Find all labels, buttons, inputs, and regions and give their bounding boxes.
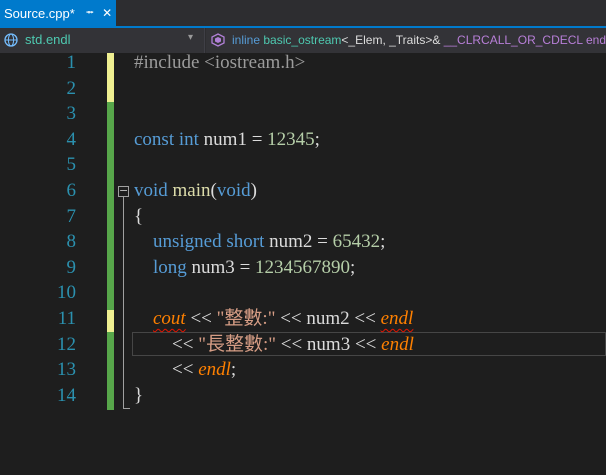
line-number: 2 <box>66 77 77 99</box>
line-number: 12 <box>57 333 76 355</box>
operator: = <box>312 231 333 253</box>
operator: << <box>275 308 307 329</box>
identifier: num3 <box>306 333 351 355</box>
number-literal: 12345 <box>267 128 315 150</box>
tab-title: Source.cpp* <box>4 5 75 21</box>
tab-source-cpp[interactable]: Source.cpp* ⭼ ✕ <box>0 0 116 26</box>
line-number: 13 <box>57 359 76 381</box>
line-number: 11 <box>57 308 76 329</box>
keyword: unsigned short <box>153 231 265 253</box>
punctuation: ; <box>230 359 237 381</box>
punctuation: ) <box>250 180 257 201</box>
code-line: unsigned short num2 = 65432; <box>134 229 385 255</box>
string-literal: "整數:" <box>216 308 276 329</box>
line-number: 14 <box>57 384 76 406</box>
fold-guide-end <box>123 408 130 409</box>
code-line: { <box>134 204 143 230</box>
string-literal: "長整數:" <box>198 333 276 355</box>
code-line: } <box>134 383 143 409</box>
line-number: 4 <box>66 128 77 150</box>
line-number: 7 <box>66 205 77 227</box>
close-icon[interactable]: ✕ <box>102 6 112 20</box>
preprocessor-directive: #include <iostream.h> <box>134 52 306 73</box>
punctuation: ; <box>350 256 356 278</box>
scope-label: std.endl <box>25 32 71 47</box>
method-icon <box>211 33 225 47</box>
line-number: 10 <box>57 282 76 304</box>
operator: << <box>172 333 199 355</box>
line-number: 8 <box>66 231 77 253</box>
operator: << <box>172 359 199 381</box>
line-number: 3 <box>66 103 77 125</box>
code-line: void main(void) <box>134 178 257 204</box>
identifier: endl <box>198 359 231 381</box>
identifier: num2 <box>269 231 313 253</box>
identifier: endl <box>381 333 414 355</box>
brace: { <box>134 205 144 227</box>
keyword: void <box>216 180 251 201</box>
punctuation: ; <box>380 231 386 253</box>
code-line: const int num1 = 12345; <box>134 127 320 153</box>
line-number: 9 <box>66 256 77 278</box>
member-template: <_Elem, _Traits>& <box>341 33 444 47</box>
operator: << <box>350 333 382 355</box>
line-number: 5 <box>66 154 77 176</box>
operator: << <box>275 333 307 355</box>
operator: = <box>246 128 268 150</box>
member-call: __CLRCALL_OR_CDECL endl( <box>443 33 606 47</box>
identifier: num1 <box>203 128 247 150</box>
number-literal: 65432 <box>332 231 381 253</box>
function-name: main <box>172 180 211 201</box>
line-number: 6 <box>66 180 77 201</box>
code-line: cout << "整數:" << num2 << endl <box>134 306 413 332</box>
pin-icon[interactable]: ⭼ <box>86 4 94 23</box>
line-number: 1 <box>66 52 77 73</box>
keyword: void <box>134 180 168 201</box>
member-prefix-kw: inline <box>232 33 261 47</box>
unsaved-change-marker <box>107 310 114 332</box>
globe-icon <box>4 33 18 47</box>
saved-change-marker <box>107 332 114 410</box>
identifier: num3 <box>191 256 235 278</box>
operator: << <box>349 308 381 329</box>
error-identifier: endl <box>380 308 414 329</box>
number-literal: 1234567890 <box>255 256 351 278</box>
code-line: << endl; <box>134 357 236 383</box>
identifier: num2 <box>306 308 350 329</box>
fold-guide <box>123 197 124 408</box>
tab-bar: Source.cpp* ⭼ ✕ <box>0 0 606 26</box>
chevron-down-icon[interactable]: ▾ <box>188 32 193 43</box>
operator: << <box>185 308 217 329</box>
operator: = <box>234 256 256 278</box>
member-type: basic_ostream <box>263 33 342 47</box>
code-editor[interactable]: 1 2 3 4 5 6 7 8 9 10 11 12 13 14 − #incl… <box>0 50 606 475</box>
saved-change-marker <box>107 102 114 310</box>
keyword: const int <box>134 128 199 150</box>
unsaved-change-marker <box>107 53 114 102</box>
punctuation: ; <box>314 128 320 150</box>
code-line: long num3 = 1234567890; <box>134 255 355 281</box>
brace: } <box>134 384 144 406</box>
keyword: long <box>153 256 187 278</box>
navigation-bar: std.endl ▾ inline basic_ostream<_Elem, _… <box>0 26 606 53</box>
code-line: << "長整數:" << num3 << endl <box>134 332 414 358</box>
member-label: inline basic_ostream<_Elem, _Traits>& __… <box>232 33 606 47</box>
error-identifier: cout <box>153 308 186 329</box>
code-line: #include <iostream.h> <box>134 50 305 76</box>
collapse-icon[interactable]: − <box>118 185 129 197</box>
